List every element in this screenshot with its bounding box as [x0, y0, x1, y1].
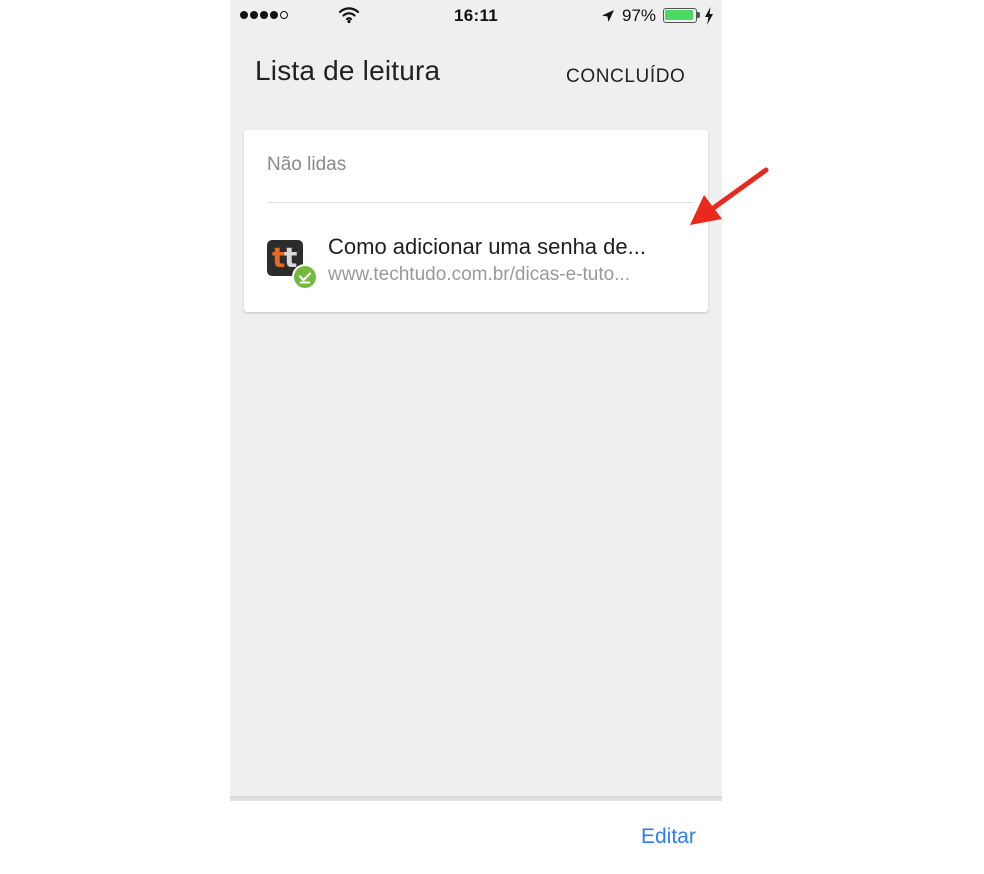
battery-cap — [697, 12, 700, 18]
reading-list-card: Não lidas t t Como adicionar uma senha d… — [244, 130, 708, 312]
section-label-unread: Não lidas — [267, 154, 347, 175]
status-bar: 16:11 97% — [230, 0, 722, 32]
item-title: Como adicionar uma senha de... — [328, 234, 646, 259]
edit-button[interactable]: Editar — [641, 825, 696, 849]
phone-screen: 16:11 97% Lista de leitura CONCLUÍDO Não… — [230, 0, 722, 800]
offline-check-icon — [292, 264, 318, 290]
page-title: Lista de leitura — [255, 55, 441, 86]
screen-bottom-edge — [230, 796, 722, 801]
battery-icon — [663, 8, 697, 23]
location-arrow-icon — [602, 10, 614, 22]
battery-level — [665, 10, 693, 20]
divider — [267, 202, 694, 203]
done-button[interactable]: CONCLUÍDO — [566, 66, 685, 88]
reading-list-item[interactable]: t t Como adicionar uma senha de... www.t… — [244, 216, 708, 302]
item-url: www.techtudo.com.br/dicas-e-tuto... — [328, 264, 631, 285]
battery-percent: 97% — [622, 6, 657, 25]
annotation-arrow-icon — [690, 167, 769, 225]
charging-bolt-icon — [705, 7, 713, 25]
